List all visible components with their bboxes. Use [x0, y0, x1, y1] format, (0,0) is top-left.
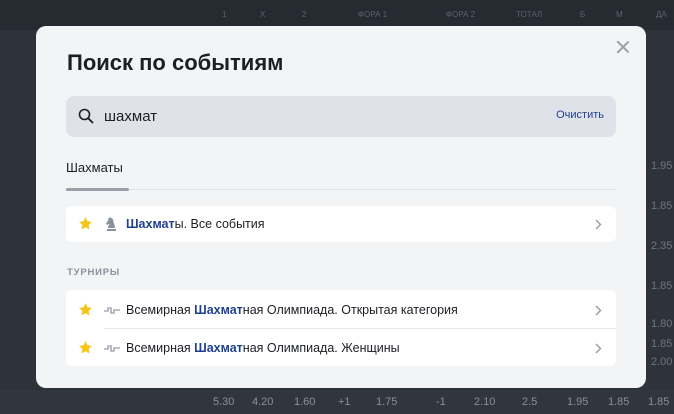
trophy-icon: [104, 345, 120, 352]
odds-cell: +1: [338, 396, 351, 408]
search-input[interactable]: [104, 103, 524, 130]
trophy-icon: [104, 307, 120, 314]
header-col: ФОРА 1: [358, 10, 388, 19]
row-divider: [104, 328, 616, 329]
odds-value: 2.00: [651, 356, 673, 368]
match-highlight: Шахмат: [194, 341, 243, 355]
odds-cell: 2.5: [522, 396, 538, 408]
odds-cell[interactable]: 1.85: [648, 396, 669, 408]
chess-knight-icon: [106, 217, 116, 231]
header-col: Б: [580, 10, 586, 19]
odds-cell[interactable]: 1.85: [608, 396, 629, 408]
odds-cell: -1: [436, 396, 446, 408]
odds-value: 1.85: [651, 280, 673, 292]
odds-cell[interactable]: 1.60: [294, 396, 315, 408]
odds-cell[interactable]: 1.75: [376, 396, 397, 408]
star-icon[interactable]: [78, 216, 93, 231]
sport-result-card: Шахматы. Все события: [66, 206, 616, 242]
sport-result-chess[interactable]: Шахматы. Все события: [66, 206, 616, 242]
odds-cell[interactable]: 5.30: [213, 396, 234, 408]
search-icon: [78, 108, 94, 124]
odds-cell[interactable]: 2.10: [474, 396, 495, 408]
star-icon[interactable]: [78, 340, 93, 355]
tournaments-heading: ТУРНИРЫ: [67, 267, 120, 278]
header-col: 1: [222, 10, 227, 19]
search-box: Очистить: [66, 96, 616, 137]
label-text: Всемирная: [126, 341, 195, 355]
label-text: ная Олимпиада. Женщины: [242, 341, 400, 355]
tournaments-card: Всемирная Шахматная Олимпиада. Открытая …: [66, 290, 616, 366]
header-col: ФОРА 2: [446, 10, 476, 19]
result-tabs: Шахматы: [66, 152, 616, 191]
tournament-label: Всемирная Шахматная Олимпиада. Открытая …: [126, 303, 458, 317]
header-col: 2: [302, 10, 307, 19]
clear-button[interactable]: Очистить: [556, 109, 604, 121]
match-highlight: Шахмат: [194, 303, 243, 317]
header-col: ТОТАЛ: [516, 10, 543, 19]
chevron-right-icon: [595, 305, 602, 316]
tab-chess[interactable]: Шахматы: [66, 160, 123, 185]
event-search-modal: Поиск по событиям Очистить Шахматы Шахма…: [36, 26, 646, 388]
header-col: М: [616, 10, 623, 19]
chevron-right-icon: [595, 219, 602, 230]
tournament-label: Всемирная Шахматная Олимпиада. Женщины: [126, 341, 400, 355]
modal-title: Поиск по событиям: [67, 50, 284, 75]
odds-cell[interactable]: 1.95: [567, 396, 588, 408]
odds-row: 5.30 4.20 1.60 +1 1.75 -1 2.10 2.5 1.95 …: [0, 390, 674, 414]
chevron-right-icon: [595, 343, 602, 354]
label-text: Всемирная: [126, 303, 195, 317]
odds-value: 1.85: [651, 338, 673, 350]
odds-value: 2.35: [651, 240, 673, 252]
odds-cell[interactable]: 4.20: [252, 396, 273, 408]
tournament-row[interactable]: Всемирная Шахматная Олимпиада. Открытая …: [66, 292, 616, 328]
header-col: ДА: [656, 10, 667, 19]
match-highlight: Шахмат: [126, 217, 175, 231]
header-col: X: [260, 10, 266, 19]
odds-value: 1.85: [651, 200, 673, 212]
odds-value: 1.80: [651, 318, 673, 330]
label-text: ы. Все события: [174, 217, 265, 231]
tournament-row[interactable]: Всемирная Шахматная Олимпиада. Женщины: [66, 330, 616, 366]
active-tab-indicator: [66, 188, 129, 191]
close-icon[interactable]: [614, 38, 632, 56]
odds-value: 1.95: [651, 160, 673, 172]
label-text: ная Олимпиада. Открытая категория: [242, 303, 458, 317]
star-icon[interactable]: [78, 302, 93, 317]
sport-result-label: Шахматы. Все события: [126, 217, 265, 231]
